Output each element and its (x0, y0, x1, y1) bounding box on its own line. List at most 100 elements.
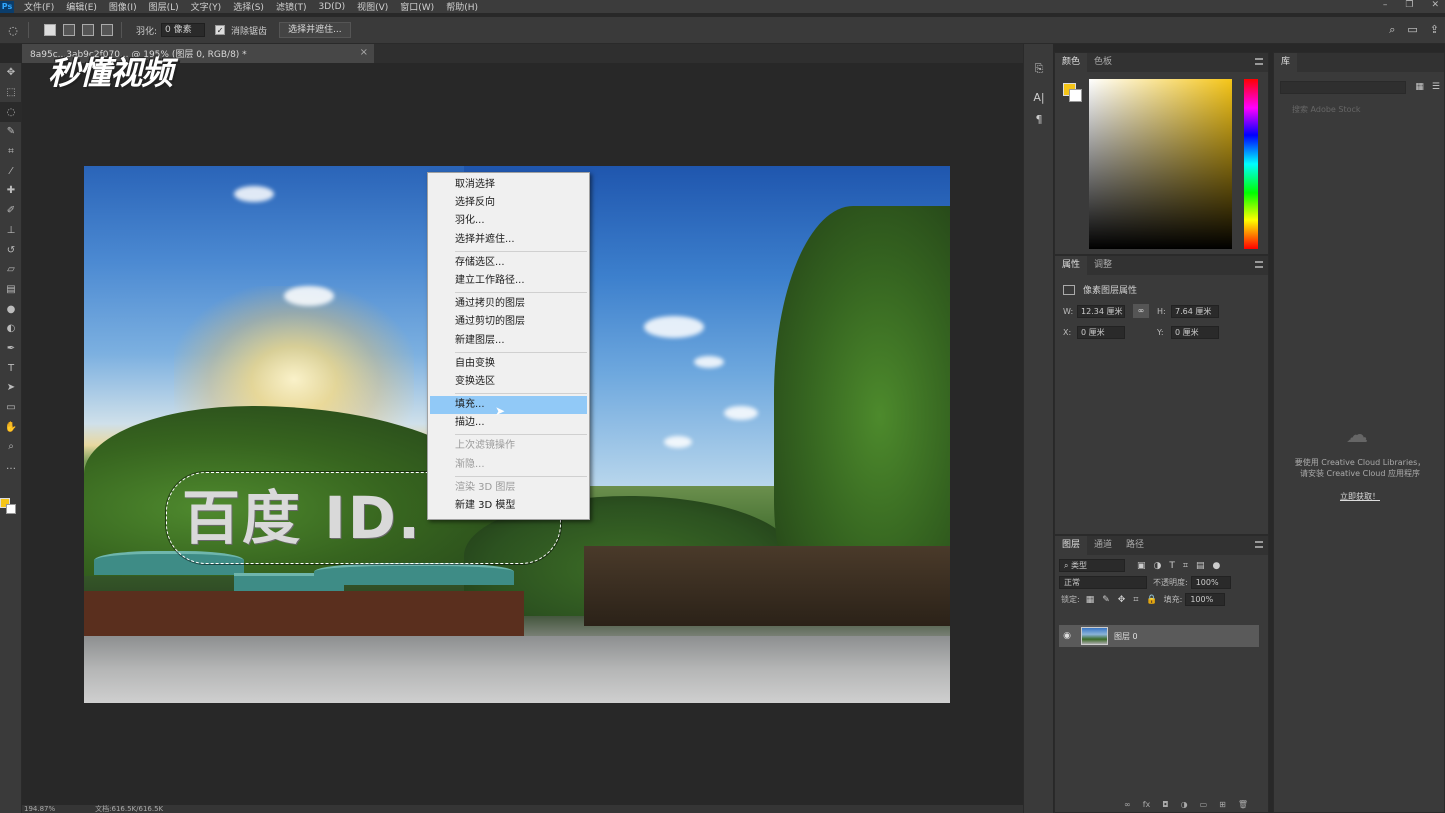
dodge-tool-icon[interactable]: ◐ (0, 319, 22, 339)
panel-menu-icon[interactable] (1255, 541, 1263, 548)
context-menu-item[interactable]: 选择反向 (428, 194, 589, 212)
blend-mode-select[interactable]: 正常 (1059, 576, 1147, 589)
character-panel-icon[interactable]: A| (1024, 86, 1054, 108)
history-panel-icon[interactable]: ⎘ (1024, 58, 1054, 80)
new-layer-icon[interactable]: ⊞ (1219, 800, 1226, 812)
context-menu-item[interactable]: 填充... (430, 396, 587, 415)
list-view-icon[interactable]: ☰ (1432, 82, 1440, 92)
share-icon[interactable]: ⇪ (1430, 23, 1439, 37)
feather-input[interactable]: 0 像素 (161, 23, 206, 37)
lock-pixels-icon[interactable]: ✎ (1102, 595, 1110, 605)
minimize-icon[interactable]: – (1383, 0, 1388, 10)
opacity-field[interactable]: 100% (1190, 576, 1231, 589)
lasso-tool-preset-icon[interactable]: ◌ (6, 23, 20, 37)
get-creative-cloud-link[interactable]: 立即获取！ (1274, 491, 1445, 502)
fill-field[interactable]: 100% (1185, 593, 1226, 606)
intersect-selection-icon[interactable] (101, 24, 113, 36)
context-menu-item[interactable]: 新建 3D 模型 (428, 497, 589, 515)
gradient-tool-icon[interactable]: ▤ (0, 280, 22, 300)
subtract-from-selection-icon[interactable] (82, 24, 94, 36)
context-menu-item[interactable]: 新建图层... (428, 332, 589, 350)
tab-adjustments[interactable]: 调整 (1087, 256, 1119, 275)
lock-artboard-icon[interactable]: ⌗ (1133, 595, 1138, 605)
eyedropper-tool-icon[interactable]: ⁄ (0, 161, 22, 181)
context-menu-item[interactable]: 描边... (428, 414, 589, 432)
antialias-checkbox[interactable]: ✓ (215, 25, 226, 35)
filter-shape-icon[interactable]: ⌗ (1183, 561, 1188, 571)
x-field[interactable]: 0 厘米 (1077, 326, 1125, 339)
clone-stamp-tool-icon[interactable]: ⊥ (0, 221, 22, 241)
close-tab-icon[interactable]: × (360, 47, 368, 58)
menu-layer[interactable]: 图层(L) (149, 0, 179, 13)
panel-menu-icon[interactable] (1255, 58, 1263, 65)
layer-row[interactable]: ◉ 图层 0 (1059, 625, 1259, 647)
tab-channels[interactable]: 通道 (1087, 536, 1119, 555)
height-field[interactable]: 7.64 厘米 (1171, 304, 1219, 318)
lock-all-icon[interactable]: 🔒 (1146, 595, 1157, 605)
context-menu-item[interactable]: 取消选择 (428, 176, 589, 194)
add-to-selection-icon[interactable] (63, 24, 75, 36)
width-field[interactable]: 12.34 厘米 (1077, 304, 1125, 318)
pen-tool-icon[interactable]: ✒ (0, 339, 22, 359)
maximize-icon[interactable]: ❐ (1405, 0, 1413, 10)
workspace-icon[interactable]: ▭ (1407, 23, 1417, 37)
panel-menu-icon[interactable] (1255, 261, 1263, 268)
tab-swatches[interactable]: 色板 (1087, 53, 1119, 72)
menu-file[interactable]: 文件(F) (24, 0, 54, 13)
photoshop-logo-icon[interactable]: Ps (0, 0, 14, 13)
visibility-eye-icon[interactable]: ◉ (1059, 631, 1075, 641)
background-color-swatch[interactable] (6, 504, 16, 514)
quick-selection-tool-icon[interactable]: ✎ (0, 122, 22, 142)
menu-edit[interactable]: 编辑(E) (66, 0, 97, 13)
context-menu-item[interactable]: 自由变换 (428, 355, 589, 373)
paragraph-panel-icon[interactable]: ¶ (1024, 108, 1054, 130)
blur-tool-icon[interactable]: ● (0, 299, 22, 319)
tab-layers[interactable]: 图层 (1055, 536, 1088, 555)
filter-pixel-icon[interactable]: ▣ (1137, 561, 1146, 571)
color-picker-field[interactable] (1089, 79, 1232, 249)
menu-view[interactable]: 视图(V) (357, 0, 388, 13)
crop-tool-icon[interactable]: ⌗ (0, 142, 22, 162)
delete-layer-icon[interactable]: 🗑 (1238, 800, 1248, 812)
menu-select[interactable]: 选择(S) (233, 0, 264, 13)
close-icon[interactable]: ✕ (1431, 0, 1439, 10)
lock-transparency-icon[interactable]: ▦ (1086, 595, 1095, 605)
filter-smart-object-icon[interactable]: ▤ (1196, 561, 1205, 571)
link-layers-icon[interactable]: ∞ (1124, 800, 1131, 812)
more-tools-icon[interactable]: … (0, 457, 22, 477)
menu-window[interactable]: 窗口(W) (400, 0, 434, 13)
brush-tool-icon[interactable]: ✐ (0, 201, 22, 221)
menu-image[interactable]: 图像(I) (109, 0, 137, 13)
move-tool-icon[interactable]: ✥ (0, 63, 22, 83)
filter-type-icon[interactable]: T (1169, 561, 1175, 571)
color-background-swatch[interactable] (1069, 89, 1082, 102)
lock-position-icon[interactable]: ✥ (1118, 595, 1126, 605)
search-icon[interactable]: ⌕ (1389, 23, 1395, 37)
select-and-mask-button[interactable]: 选择并遮住... (279, 22, 351, 38)
y-field[interactable]: 0 厘米 (1171, 326, 1219, 339)
menu-filter[interactable]: 滤镜(T) (276, 0, 307, 13)
link-dimensions-icon[interactable]: ∞ (1133, 304, 1149, 318)
adobe-stock-search-input[interactable]: 搜索 Adobe Stock (1280, 103, 1442, 116)
context-menu-item[interactable]: 通过剪切的图层 (428, 313, 589, 331)
type-tool-icon[interactable]: T (0, 358, 22, 378)
context-menu-item[interactable]: 通过拷贝的图层 (428, 295, 589, 313)
menu-help[interactable]: 帮助(H) (446, 0, 478, 13)
eraser-tool-icon[interactable]: ▱ (0, 260, 22, 280)
healing-brush-tool-icon[interactable]: ✚ (0, 181, 22, 201)
new-adjustment-icon[interactable]: ◑ (1181, 800, 1188, 812)
marquee-tool-icon[interactable]: ⬚ (0, 83, 22, 103)
context-menu-item[interactable]: 选择并遮住... (428, 231, 589, 249)
context-menu-item[interactable]: 羽化... (428, 212, 589, 230)
zoom-tool-icon[interactable]: ⌕ (0, 437, 22, 457)
zoom-level[interactable]: 194.87% (24, 805, 55, 813)
menu-type[interactable]: 文字(Y) (191, 0, 222, 13)
new-group-icon[interactable]: ▭ (1200, 800, 1208, 812)
layer-filter-select[interactable]: ⌕ 类型 (1059, 559, 1125, 572)
context-menu-item[interactable]: 建立工作路径... (428, 272, 589, 290)
context-menu-item[interactable]: 变换选区 (428, 373, 589, 391)
tab-color[interactable]: 颜色 (1055, 53, 1088, 72)
lasso-tool-icon[interactable]: ◌ (0, 102, 22, 123)
hand-tool-icon[interactable]: ✋ (0, 417, 22, 437)
rectangle-tool-icon[interactable]: ▭ (0, 398, 22, 418)
